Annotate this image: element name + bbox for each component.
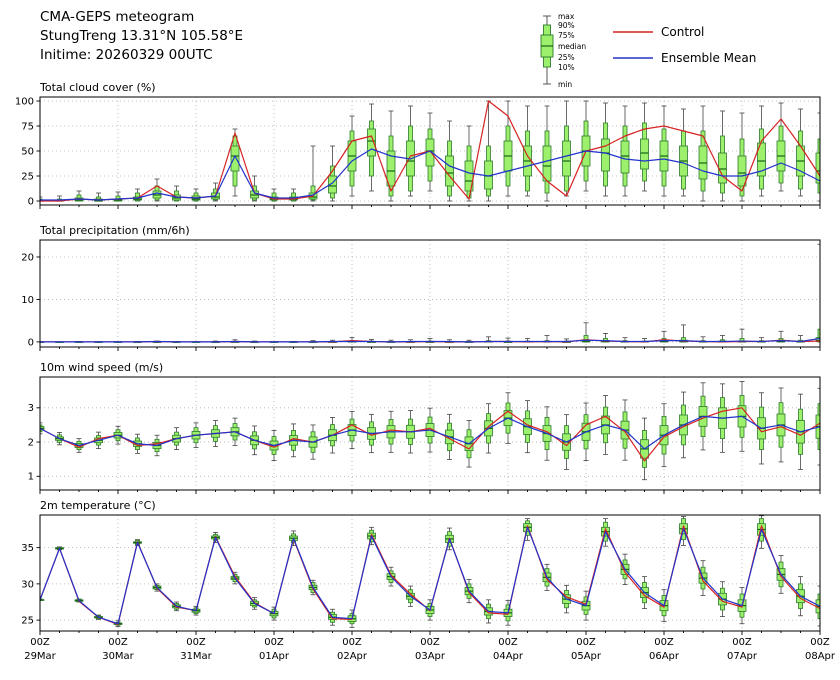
x-tick-label-date: 04Apr: [493, 651, 524, 662]
x-tick-label-hour: 00Z: [810, 637, 830, 648]
y-tick-label: 50: [21, 146, 34, 157]
panel-title-2m-temperature-c: 2m temperature (°C): [40, 499, 156, 512]
y-tick-label: 0: [28, 196, 34, 207]
y-tick-label: 25: [21, 616, 34, 627]
y-tick-label: 1: [28, 472, 34, 483]
y-tick-label: 0: [28, 337, 34, 348]
x-tick-label-date: 01Apr: [259, 651, 290, 662]
y-tick-label: 30: [21, 579, 34, 590]
x-tick-label-date: 02Apr: [337, 651, 368, 662]
x-tick-label-hour: 00Z: [732, 637, 752, 648]
x-tick-label-date: 03Apr: [415, 651, 446, 662]
x-tick-label-hour: 00Z: [342, 637, 362, 648]
x-tick-label-hour: 00Z: [576, 637, 596, 648]
x-tick-label-date: 08Apr: [805, 651, 836, 662]
time-axis: 00Z 29Mar 00Z 30Mar 00Z 31Mar 00Z 01Apr 00Z 02Apr…: [24, 637, 836, 662]
x-tick-label-hour: 00Z: [30, 637, 50, 648]
panel-2m-temperature-c: 2m temperature (°C) 25 30 35: [21, 499, 824, 635]
panel-total-cloud-cover: Total cloud cover (%) 0 25 50 75 100: [15, 81, 824, 209]
y-tick-label: 20: [21, 252, 34, 263]
x-tick-label-date: 31Mar: [180, 651, 212, 662]
panel-title-total-precipitation-mm-6h: Total precipitation (mm/6h): [39, 224, 190, 237]
y-tick-label: 2: [28, 437, 34, 448]
x-tick-label-hour: 00Z: [264, 637, 284, 648]
meteogram-panels: Total cloud cover (%)0255075100Total pre…: [0, 0, 840, 680]
y-tick-label: 100: [15, 96, 34, 107]
x-tick-label-date: 29Mar: [24, 651, 56, 662]
panel-10m-wind-speed-m-s: 10m wind speed (m/s) 1 2 3: [28, 361, 824, 494]
y-tick-label: 35: [21, 543, 34, 554]
y-tick-label: 10: [21, 295, 34, 306]
x-tick-label-date: 30Mar: [102, 651, 134, 662]
meteogram-page: CMA-GEPS meteogram StungTreng 13.31°N 10…: [0, 0, 840, 680]
y-tick-label: 75: [21, 121, 34, 132]
y-tick-label: 3: [28, 403, 34, 414]
panel-title-total-cloud-cover: Total cloud cover (%): [39, 81, 156, 94]
x-tick-label-hour: 00Z: [108, 637, 128, 648]
x-tick-label-date: 05Apr: [571, 651, 602, 662]
x-tick-label-date: 06Apr: [649, 651, 680, 662]
x-tick-label-date: 07Apr: [727, 651, 758, 662]
x-tick-label-hour: 00Z: [420, 637, 440, 648]
panel-total-precipitation-mm-6h: Total precipitation (mm/6h) 0 10 20: [21, 224, 824, 351]
y-tick-label: 25: [21, 171, 34, 182]
panel-title-10m-wind-speed-m-s: 10m wind speed (m/s): [40, 361, 163, 374]
x-tick-label-hour: 00Z: [654, 637, 674, 648]
x-tick-label-hour: 00Z: [498, 637, 518, 648]
x-tick-label-hour: 00Z: [186, 637, 206, 648]
